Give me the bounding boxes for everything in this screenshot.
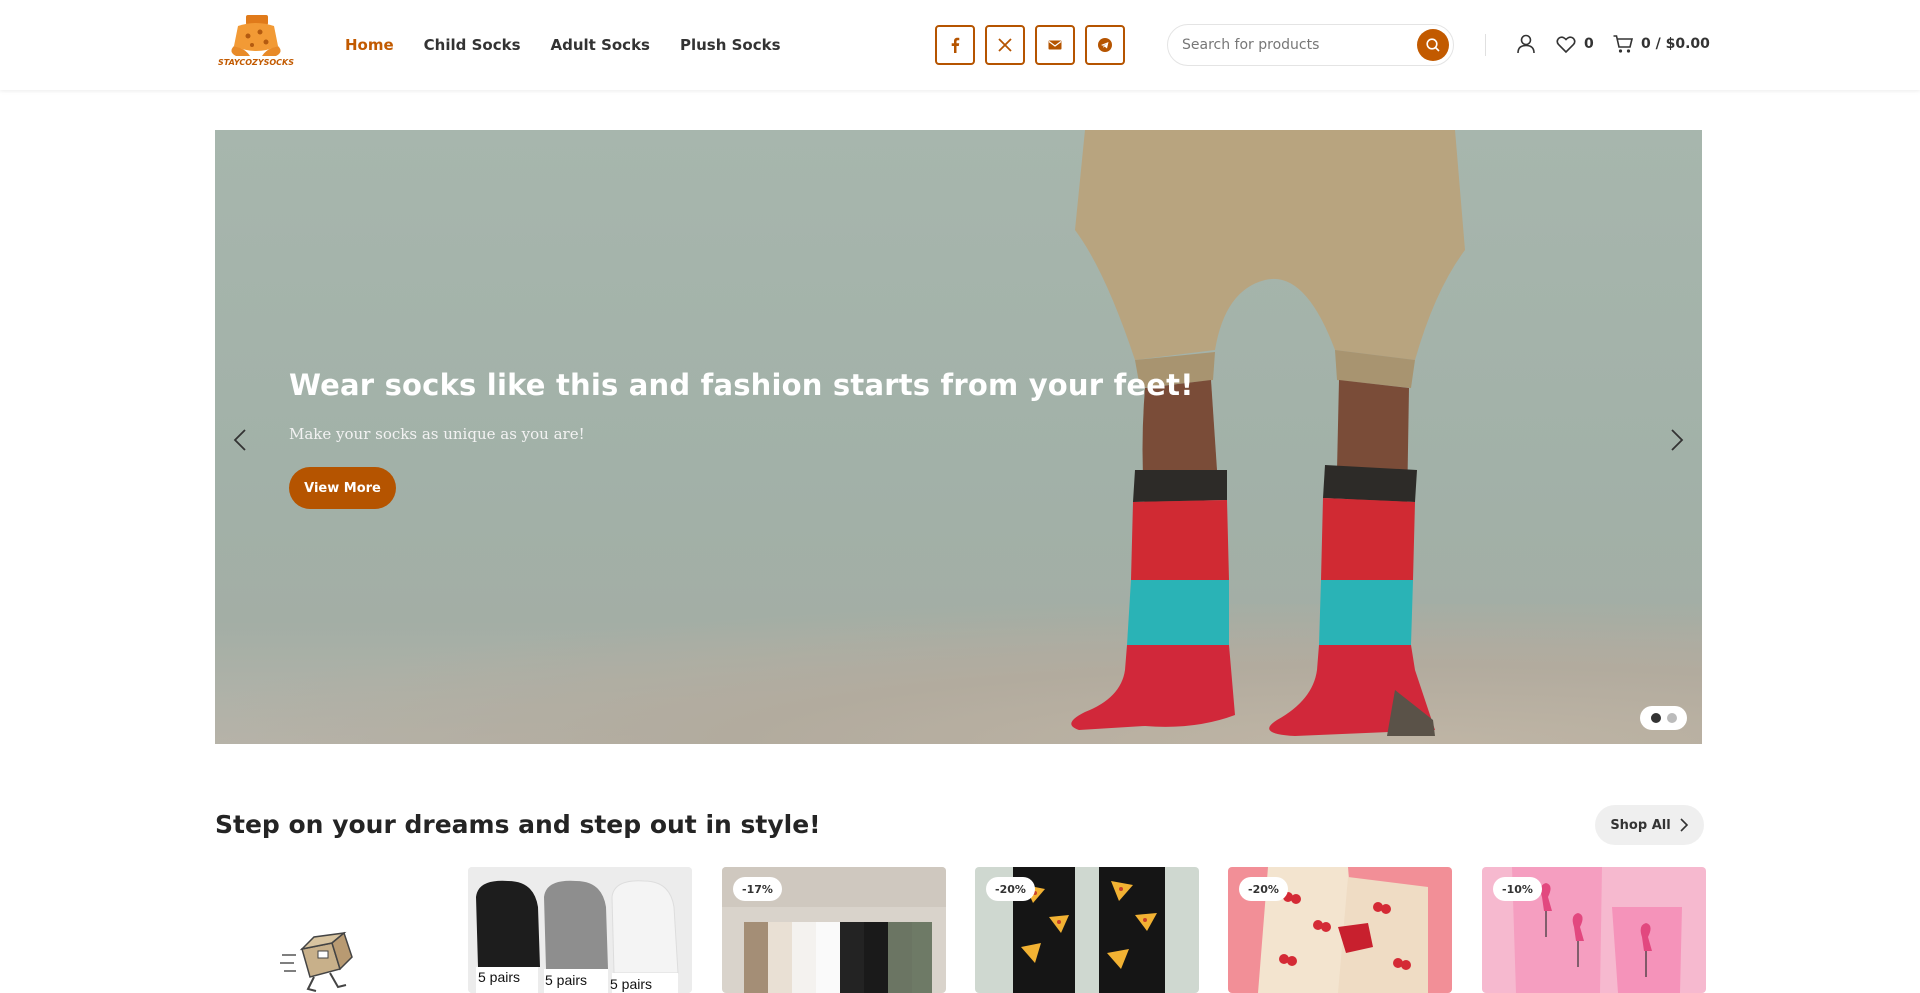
- product-card-4[interactable]: -20%: [1228, 867, 1452, 993]
- nav-item-adult-socks[interactable]: Adult Socks: [551, 36, 650, 54]
- discount-badge: -17%: [733, 877, 782, 901]
- social-links: [935, 25, 1125, 65]
- discount-badge: -20%: [986, 877, 1035, 901]
- view-more-button[interactable]: View More: [289, 467, 396, 509]
- x-button[interactable]: [985, 25, 1025, 65]
- discount-badge: -10%: [1493, 877, 1542, 901]
- hero-model-image: [1071, 130, 1465, 736]
- search-bar: [1167, 24, 1454, 66]
- nav-item-home[interactable]: Home: [345, 36, 394, 54]
- slider-next-arrow-icon[interactable]: [1661, 425, 1691, 455]
- slider-dot-2[interactable]: [1666, 713, 1677, 723]
- facebook-icon: [951, 37, 960, 53]
- hero-slider: Wear socks like this and fashion starts …: [215, 130, 1702, 744]
- email-icon: [1048, 40, 1062, 50]
- search-button[interactable]: [1417, 29, 1449, 61]
- search-icon: [1426, 38, 1440, 52]
- product-card-1[interactable]: 5 pairs 5 pairs 5 pairs: [468, 867, 692, 993]
- wishlist-icon[interactable]: [1555, 33, 1577, 55]
- telegram-icon: [1098, 38, 1112, 52]
- shop-all-label: Shop All: [1610, 817, 1671, 833]
- x-icon: [998, 38, 1012, 52]
- email-button[interactable]: [1035, 25, 1075, 65]
- logo-text: STAYCOZYSOCKS: [217, 58, 295, 67]
- section-title: Step on your dreams and step out in styl…: [215, 810, 821, 839]
- cart-icon[interactable]: [1612, 33, 1634, 55]
- slider-dot-1[interactable]: [1650, 713, 1661, 723]
- product-image-label: 5 pairs: [478, 969, 521, 985]
- nav-item-child-socks[interactable]: Child Socks: [424, 36, 521, 54]
- sock-logo-icon: [231, 15, 281, 56]
- facebook-button[interactable]: [935, 25, 975, 65]
- hero-title: Wear socks like this and fashion starts …: [289, 368, 1194, 402]
- wishlist-count: 0: [1584, 36, 1594, 52]
- search-input[interactable]: [1182, 25, 1402, 65]
- chevron-right-icon: [1680, 818, 1688, 832]
- main-nav: Home Child Socks Adult Socks Plush Socks: [345, 36, 781, 54]
- delivery-box-icon: [280, 931, 353, 992]
- site-header: STAYCOZYSOCKS Home Child Socks Adult Soc…: [0, 0, 1920, 90]
- telegram-button[interactable]: [1085, 25, 1125, 65]
- product-image-label: 5 pairs: [610, 976, 653, 992]
- header-divider: [1485, 34, 1486, 56]
- product-card-2[interactable]: -17%: [722, 867, 946, 993]
- cart-summary[interactable]: 0 / $0.00: [1641, 36, 1710, 52]
- product-image-label: 5 pairs: [545, 972, 588, 988]
- product-card-5[interactable]: -10%: [1482, 867, 1706, 993]
- product-card-3[interactable]: -20%: [975, 867, 1199, 993]
- account-icon[interactable]: [1515, 33, 1537, 55]
- slider-pagination: [1640, 706, 1687, 730]
- hero-subtitle: Make your socks as unique as you are!: [289, 425, 585, 443]
- nav-item-plush-socks[interactable]: Plush Socks: [680, 36, 781, 54]
- slider-prev-arrow-icon[interactable]: [226, 425, 256, 455]
- shop-all-button[interactable]: Shop All: [1595, 805, 1704, 845]
- site-logo[interactable]: STAYCOZYSOCKS: [216, 12, 296, 72]
- discount-badge: -20%: [1239, 877, 1288, 901]
